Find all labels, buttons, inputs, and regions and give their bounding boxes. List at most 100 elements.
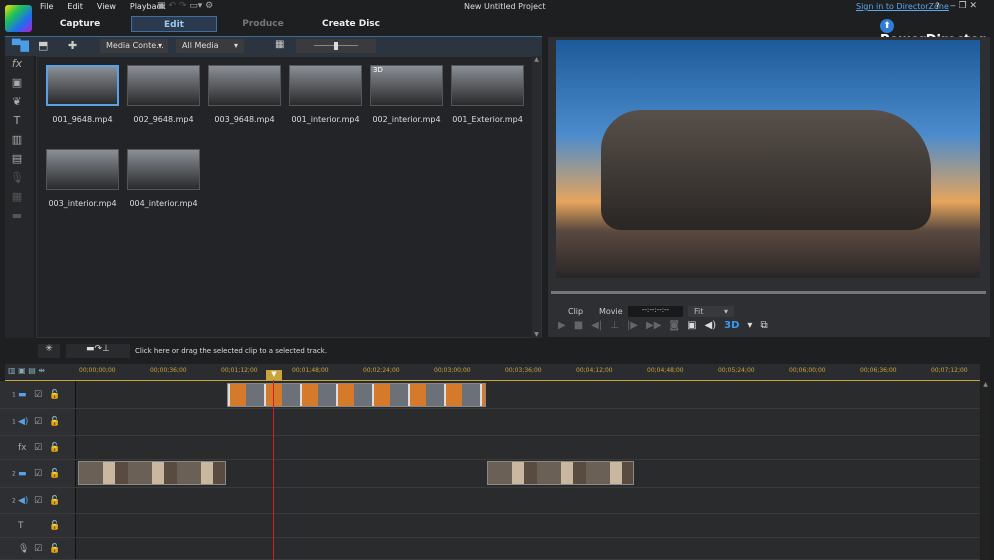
track-enable-checkbox[interactable]: ☑ <box>34 496 42 506</box>
redo-icon[interactable]: ↷ <box>179 1 187 11</box>
save-icon[interactable]: ▣ <box>157 1 166 11</box>
external-display-icon[interactable]: ▣ <box>687 320 696 331</box>
subtitle-room-icon[interactable]: ▬ <box>9 209 25 223</box>
track-header: 1 ◀) ☑ 🔓 <box>0 409 76 435</box>
magic-tools-button[interactable]: ✳ <box>38 344 60 358</box>
thumbnail-size-slider[interactable] <box>296 39 376 53</box>
track-header: 🎙 ☑ 🔓 <box>0 538 76 559</box>
lock-icon[interactable]: 🔓 <box>49 417 60 427</box>
timecode-field[interactable]: --:--:--:-- <box>628 306 683 317</box>
snapshot-icon[interactable]: ◙ <box>669 320 679 331</box>
upgrade-icon[interactable]: ⬆ <box>880 19 894 33</box>
media-filter-dropdown[interactable]: All Media <box>176 39 244 53</box>
playhead-marker[interactable]: ▼ <box>266 370 282 380</box>
preview-seekbar[interactable] <box>551 291 986 294</box>
lock-icon[interactable]: 🔓 <box>49 521 60 531</box>
track-hint: Click here or drag the selected clip to … <box>135 347 328 355</box>
3d-dropdown-icon[interactable]: ▾ <box>747 320 752 331</box>
aspect-icon[interactable]: ▭▾ <box>189 1 202 11</box>
ruler-tick-label: 00;04;12;00 <box>576 367 613 374</box>
fx-room-icon[interactable]: fx <box>9 57 25 71</box>
undock-icon[interactable]: ⧉ <box>760 320 767 331</box>
media-thumbnail[interactable] <box>46 149 119 190</box>
media-thumbnail[interactable]: 3D <box>370 65 443 106</box>
track-header: T 🔓 <box>0 514 76 537</box>
3d-toggle[interactable]: 3D <box>724 320 739 331</box>
chapter-room-icon[interactable]: ▦ <box>9 190 25 204</box>
tab-create-disc[interactable]: Create Disc <box>308 16 394 32</box>
ruler-tick-label: 00;01;48;00 <box>292 367 329 374</box>
audio-mix-room-icon[interactable]: ▤ <box>9 152 25 166</box>
plugin-icon[interactable]: ✚ <box>68 39 77 52</box>
track-title[interactable]: T 🔓 <box>0 514 980 538</box>
timeline-scrollbar[interactable]: ▲ <box>981 381 990 560</box>
lock-icon[interactable]: 🔓 <box>49 496 60 506</box>
ruler-tick-label: 00;06;00;00 <box>789 367 826 374</box>
lock-icon[interactable]: 🔓 <box>49 390 60 400</box>
tab-produce[interactable]: Produce <box>220 16 306 32</box>
track-enable-checkbox[interactable]: ☑ <box>34 390 42 400</box>
menu-file[interactable]: File <box>40 2 53 11</box>
help-button[interactable]: ? <box>935 2 940 12</box>
lock-icon[interactable]: 🔓 <box>49 469 60 479</box>
zoom-fit-dropdown[interactable]: Fit <box>688 306 734 317</box>
audio-track-icon: ◀) <box>18 495 29 506</box>
track-audio[interactable]: 2 ◀) ☑ 🔓 <box>0 488 980 514</box>
media-thumbnail[interactable] <box>451 65 524 106</box>
tab-edit[interactable]: Edit <box>131 16 217 32</box>
video-clip[interactable] <box>227 383 486 407</box>
ruler-tick-label: 00;03;00;00 <box>434 367 471 374</box>
pip-room-icon[interactable]: ▣ <box>9 76 25 90</box>
media-thumbnail[interactable] <box>46 65 119 106</box>
media-thumbnail[interactable] <box>127 65 200 106</box>
media-thumbnail[interactable] <box>208 65 281 106</box>
track-enable-checkbox[interactable]: ☑ <box>34 417 42 427</box>
import-icon[interactable]: ⬒ <box>38 39 48 52</box>
ruler-tick-label: 00;01;12;00 <box>221 367 258 374</box>
lock-icon[interactable]: 🔓 <box>49 443 60 453</box>
view-grid-icon[interactable]: ▦ <box>275 39 284 50</box>
previous-frame-icon[interactable]: ◀| <box>591 320 602 331</box>
library-scrollbar[interactable]: ▲ ▼ <box>532 56 541 338</box>
settings-icon[interactable]: ⚙ <box>205 1 213 11</box>
media-content-dropdown[interactable]: Media Conte... <box>100 39 168 53</box>
3d-badge: 3D <box>373 66 383 74</box>
track-audio[interactable]: 1 ◀) ☑ 🔓 <box>0 409 980 436</box>
stop-icon[interactable]: ■ <box>574 320 583 331</box>
play-icon[interactable]: ▶ <box>558 320 566 331</box>
track-number: 2 <box>12 497 16 504</box>
tab-capture[interactable]: Capture <box>37 16 123 32</box>
window-controls[interactable]: ‒ ❐ ✕ <box>950 1 977 11</box>
menu-edit[interactable]: Edit <box>67 2 83 11</box>
ruler-tick-label: 00;04;48;00 <box>647 367 684 374</box>
voice-room-icon[interactable]: 🎙 <box>9 171 25 185</box>
volume-icon[interactable]: ◀) <box>705 320 717 331</box>
insert-tools-button[interactable]: ▬↷⊥ <box>66 344 130 358</box>
track-header: 1 ▬ ☑ 🔓 <box>0 381 76 408</box>
movie-mode-button[interactable]: Movie <box>599 307 623 316</box>
video-clip[interactable] <box>487 461 634 485</box>
clip-mode-button[interactable]: Clip <box>568 307 583 316</box>
media-thumbnail[interactable] <box>127 149 200 190</box>
track-video[interactable]: 1 ▬ ☑ 🔓 <box>0 381 980 409</box>
track-header: 2 ◀) ☑ 🔓 <box>0 488 76 513</box>
transition-room-icon[interactable]: ▥ <box>9 133 25 147</box>
next-frame-icon[interactable]: |▶ <box>627 320 638 331</box>
track-enable-checkbox[interactable]: ☑ <box>34 544 42 554</box>
track-header: 2 ▬ ☑ 🔓 <box>0 460 76 487</box>
split-icon[interactable]: ⊥ <box>610 320 619 331</box>
track-voice[interactable]: 🎙 ☑ 🔓 <box>0 538 980 560</box>
media-thumbnail[interactable] <box>289 65 362 106</box>
lock-icon[interactable]: 🔓 <box>49 544 60 554</box>
media-room-icon[interactable]: ▀▇ <box>12 39 29 52</box>
track-enable-checkbox[interactable]: ☑ <box>34 443 42 453</box>
title-room-icon[interactable]: T <box>9 114 25 128</box>
timeline-view-icons[interactable]: ▥ ▣ ▤ ⇹ <box>8 366 45 375</box>
track-enable-checkbox[interactable]: ☑ <box>34 469 42 479</box>
track-fx[interactable]: fx ☑ 🔓 <box>0 436 980 460</box>
undo-icon[interactable]: ↶ <box>168 1 176 11</box>
fast-forward-icon[interactable]: ▶▶ <box>646 320 661 331</box>
particle-room-icon[interactable]: ❦ <box>9 95 25 109</box>
video-clip[interactable] <box>78 461 226 485</box>
menu-view[interactable]: View <box>97 2 116 11</box>
